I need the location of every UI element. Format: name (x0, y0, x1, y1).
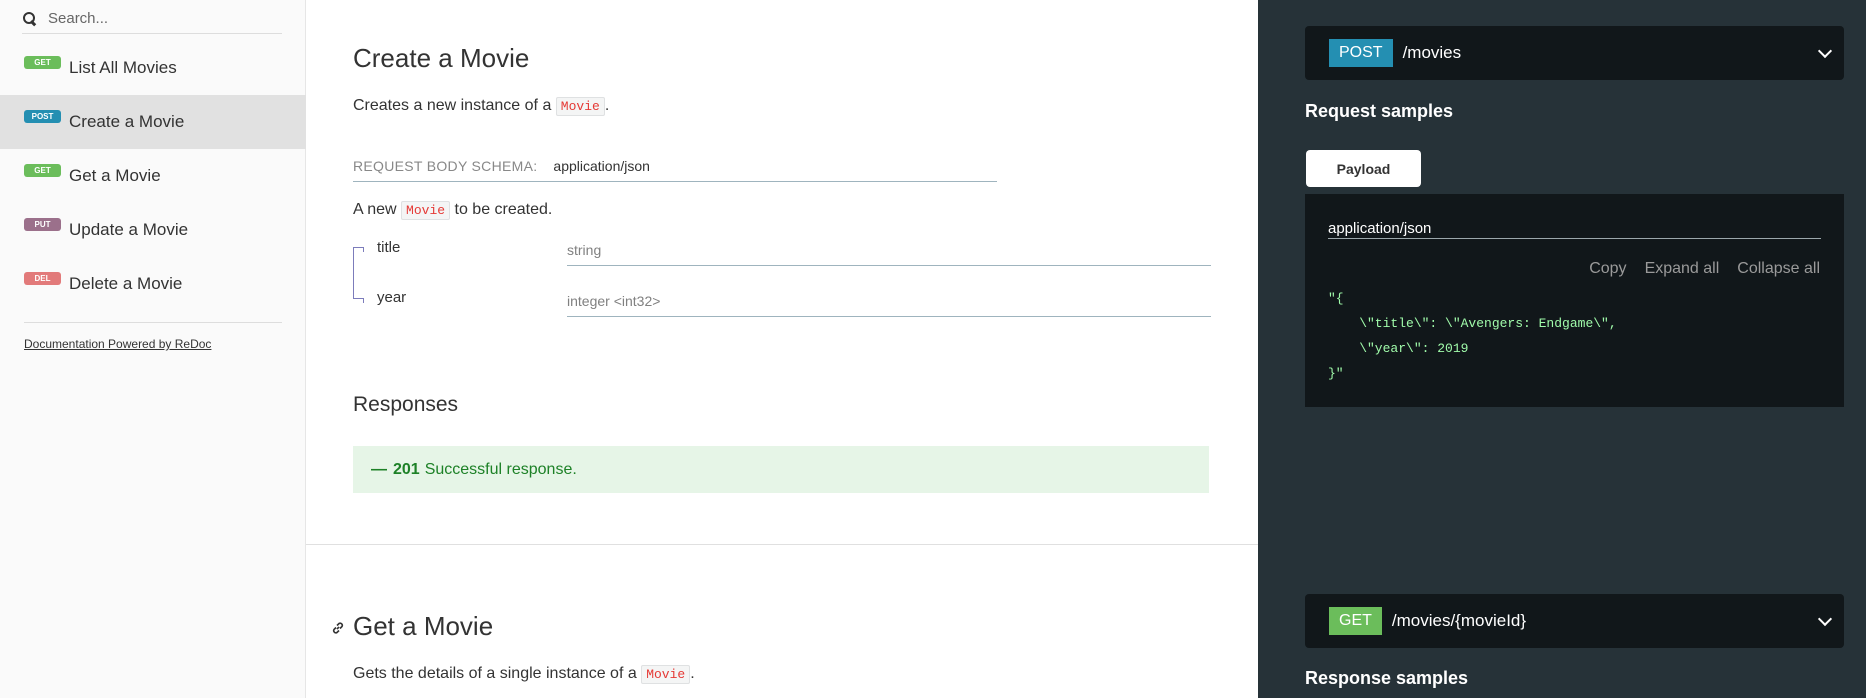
tab-payload[interactable]: Payload (1306, 150, 1421, 187)
endpoint-get-movie[interactable]: GET /movies/{movieId} (1305, 594, 1844, 648)
get-description: Gets the details of a single instance of… (353, 665, 695, 684)
movie-code-ref: Movie (641, 665, 691, 684)
content-type-label: application/json (1328, 220, 1821, 239)
search-icon (22, 11, 38, 27)
endpoint-post-movies[interactable]: POST /movies (1305, 26, 1844, 80)
body-desc-text: A new (353, 201, 397, 218)
property-tree-branch (353, 247, 364, 252)
sidebar-nav: GET List All Movies POST Create a Movie … (0, 41, 306, 311)
property-tree-branch (353, 298, 364, 303)
request-samples-title: Request samples (1305, 101, 1454, 121)
property-name-year: year (377, 289, 407, 306)
method-badge-put: PUT (24, 217, 61, 231)
json-sample: "{ \"title\": \"Avengers: Endgame\", \"y… (1328, 291, 1617, 381)
response-201[interactable]: — 201 Successful response. (353, 446, 1209, 493)
search-input[interactable] (48, 10, 248, 27)
schema-type: application/json (553, 158, 650, 174)
sidebar-item-get-a-movie[interactable]: GET Get a Movie (0, 149, 306, 203)
get-desc-text: Gets the details of a single instance of… (353, 665, 637, 682)
code-toolbar: Copy Expand all Collapse all (1589, 260, 1820, 278)
movie-code-ref: Movie (555, 97, 605, 116)
response-text: Successful response. (424, 460, 577, 478)
method-badge-get: GET (24, 55, 61, 69)
section-title-get: Get a Movie (353, 611, 494, 641)
sidebar-item-list-all-movies[interactable]: GET List All Movies (0, 41, 306, 95)
method-badge-get: GET (24, 163, 61, 177)
movie-code-ref: Movie (401, 201, 451, 220)
property-type-title: string (567, 236, 1211, 266)
section-divider (306, 544, 1258, 545)
create-description: Creates a new instance of a Movie. (353, 97, 610, 116)
response-samples-title: Response samples (1305, 668, 1469, 688)
sidebar-divider (24, 322, 282, 323)
get-desc-end: . (690, 665, 695, 682)
sidebar-item-update-a-movie[interactable]: PUT Update a Movie (0, 203, 306, 257)
sidebar-item-create-a-movie[interactable]: POST Create a Movie (0, 95, 306, 149)
chevron-down-icon (1817, 611, 1833, 627)
body-desc-end: to be created. (454, 201, 553, 218)
property-type-year: integer <int32> (567, 287, 1211, 317)
collapse-toggle-icon: — (371, 460, 387, 478)
search-bar (22, 4, 282, 34)
create-desc-end: . (604, 97, 610, 114)
main-content: Create a Movie Creates a new instance of… (306, 0, 1258, 698)
sidebar-item-delete-a-movie[interactable]: DEL Delete a Movie (0, 257, 306, 311)
link-icon[interactable] (330, 620, 346, 636)
property-name-title: title (377, 239, 401, 256)
right-panel: POST /movies Request samples Payload app… (1258, 0, 1866, 698)
endpoint-method-badge: GET (1329, 607, 1382, 635)
method-badge-del: DEL (24, 271, 61, 285)
expand-all-button[interactable]: Expand all (1645, 260, 1720, 278)
property-tree-line (353, 247, 354, 299)
chevron-down-icon (1817, 43, 1833, 59)
sidebar-item-label: Delete a Movie (69, 274, 183, 293)
sidebar: GET List All Movies POST Create a Movie … (0, 0, 306, 698)
endpoint-path: /movies (1402, 43, 1462, 62)
method-badge-post: POST (24, 109, 61, 123)
responses-title: Responses (353, 393, 459, 416)
endpoint-method-badge: POST (1329, 39, 1393, 67)
create-desc-text: Creates a new instance of a (353, 97, 552, 114)
powered-by-link[interactable]: Documentation Powered by ReDoc (24, 337, 211, 351)
response-code: 201 (393, 460, 420, 478)
section-title-create: Create a Movie (353, 43, 530, 73)
sidebar-item-label: Create a Movie (69, 112, 185, 131)
endpoint-path: /movies/{movieId} (1391, 611, 1527, 630)
body-description: A new Movie to be created. (353, 201, 553, 220)
sidebar-item-label: Get a Movie (69, 166, 161, 185)
code-sample-panel: application/json Copy Expand all Collaps… (1305, 194, 1844, 407)
request-body-schema: REQUEST BODY SCHEMA: application/json (353, 158, 997, 182)
copy-button[interactable]: Copy (1589, 260, 1626, 278)
sidebar-item-label: List All Movies (69, 58, 177, 77)
collapse-all-button[interactable]: Collapse all (1737, 260, 1820, 278)
sidebar-item-label: Update a Movie (69, 220, 189, 239)
schema-label: REQUEST BODY SCHEMA: (353, 158, 538, 174)
